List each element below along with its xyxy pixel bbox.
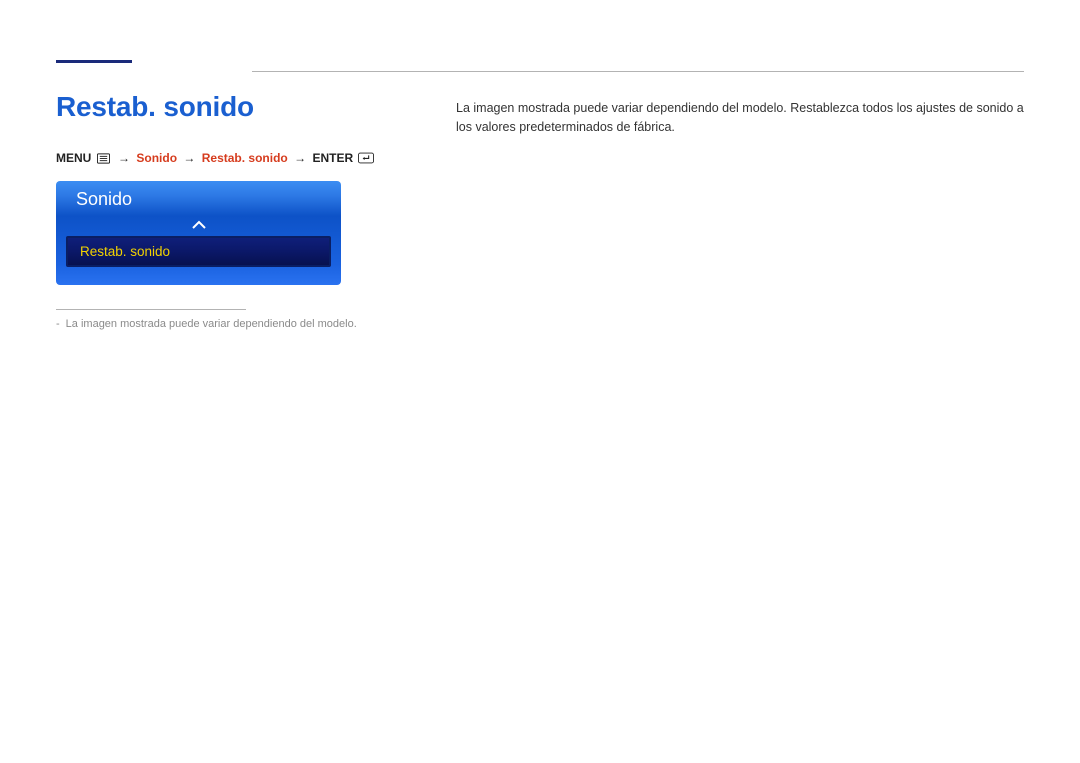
osd-scroll-up[interactable] [66, 216, 331, 236]
page-title: Restab. sonido [56, 91, 456, 123]
breadcrumb-arrow-2: → [183, 151, 195, 165]
breadcrumb-menu-label: MENU [56, 151, 91, 165]
footnote-text: La imagen mostrada puede variar dependie… [66, 318, 357, 330]
breadcrumb-path-1: Sonido [136, 151, 177, 165]
menu-icon [97, 153, 110, 164]
breadcrumb-arrow-3: → [294, 151, 306, 165]
enter-icon [358, 152, 374, 164]
accent-rule [56, 60, 132, 63]
osd-header: Sonido [56, 181, 341, 216]
breadcrumb-arrow-1: → [118, 151, 130, 165]
osd-panel: Sonido Restab. sonido [56, 181, 341, 285]
osd-item-label: Restab. sonido [80, 244, 170, 259]
footnote: -La imagen mostrada puede variar dependi… [56, 318, 456, 330]
header-rule [252, 71, 1024, 72]
breadcrumb: MENU → Sonido → Restab. sonido → ENTER [56, 151, 456, 165]
chevron-up-icon [191, 220, 207, 230]
osd-item-reset-sound[interactable]: Restab. sonido [66, 236, 331, 267]
description-text: La imagen mostrada puede variar dependie… [456, 99, 1024, 138]
breadcrumb-enter-label: ENTER [312, 151, 353, 165]
footnote-dash: - [56, 318, 60, 330]
footnote-separator [56, 309, 246, 310]
breadcrumb-path-2: Restab. sonido [202, 151, 288, 165]
osd-body: Restab. sonido [56, 216, 341, 285]
